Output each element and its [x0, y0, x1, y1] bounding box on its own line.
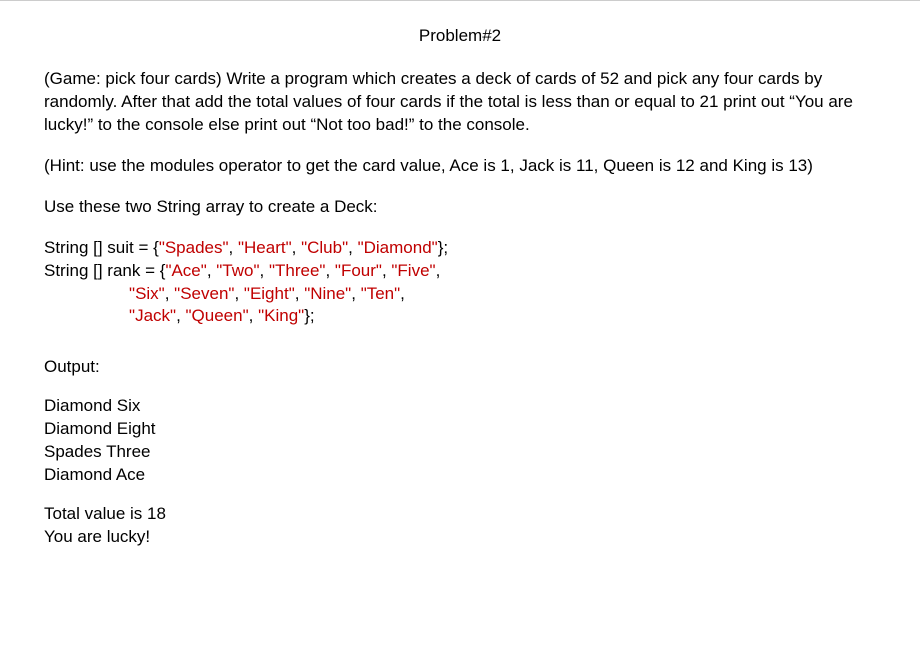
code-text: ,: [176, 306, 185, 325]
code-string: "Five": [391, 261, 435, 280]
code-text: ,: [229, 238, 238, 257]
code-string: "Jack": [129, 306, 176, 325]
code-text: ,: [348, 238, 357, 257]
code-string: "Ten": [361, 284, 400, 303]
problem-hint: (Hint: use the modules operator to get t…: [44, 155, 876, 178]
code-text: ,: [292, 238, 301, 257]
problem-title: Problem#2: [44, 25, 876, 48]
code-indent: [44, 284, 129, 303]
output-cards: Diamond Six Diamond Eight Spades Three D…: [44, 395, 876, 487]
code-string: "Eight": [244, 284, 295, 303]
code-string: "Spades": [159, 238, 229, 257]
code-string: "Seven": [174, 284, 234, 303]
code-text: };: [304, 306, 314, 325]
output-label: Output:: [44, 356, 876, 379]
code-text: String [] suit = {: [44, 238, 159, 257]
code-text: };: [438, 238, 448, 257]
code-text: String [] rank = {: [44, 261, 165, 280]
code-string: "Two": [216, 261, 259, 280]
output-result: Total value is 18 You are lucky!: [44, 503, 876, 549]
code-string: "Heart": [238, 238, 292, 257]
code-text: ,: [207, 261, 216, 280]
problem-description: (Game: pick four cards) Write a program …: [44, 68, 876, 137]
code-indent: [44, 306, 129, 325]
problem-instruction: Use these two String array to create a D…: [44, 196, 876, 219]
code-text: ,: [325, 261, 334, 280]
code-text: ,: [400, 284, 405, 303]
code-snippet: String [] suit = {"Spades", "Heart", "Cl…: [44, 237, 876, 329]
code-string: "King": [258, 306, 304, 325]
code-text: ,: [234, 284, 243, 303]
code-text: ,: [165, 284, 174, 303]
code-string: "Six": [129, 284, 165, 303]
code-string: "Queen": [186, 306, 249, 325]
output-section: Output: Diamond Six Diamond Eight Spades…: [44, 356, 876, 549]
code-text: ,: [295, 284, 304, 303]
code-string: "Club": [301, 238, 348, 257]
code-text: ,: [249, 306, 258, 325]
code-text: ,: [260, 261, 269, 280]
code-string: "Four": [335, 261, 382, 280]
code-string: "Ace": [165, 261, 206, 280]
code-text: ,: [351, 284, 360, 303]
code-string: "Diamond": [358, 238, 438, 257]
code-string: "Three": [269, 261, 325, 280]
code-string: "Nine": [304, 284, 351, 303]
code-text: ,: [436, 261, 441, 280]
code-text: ,: [382, 261, 391, 280]
